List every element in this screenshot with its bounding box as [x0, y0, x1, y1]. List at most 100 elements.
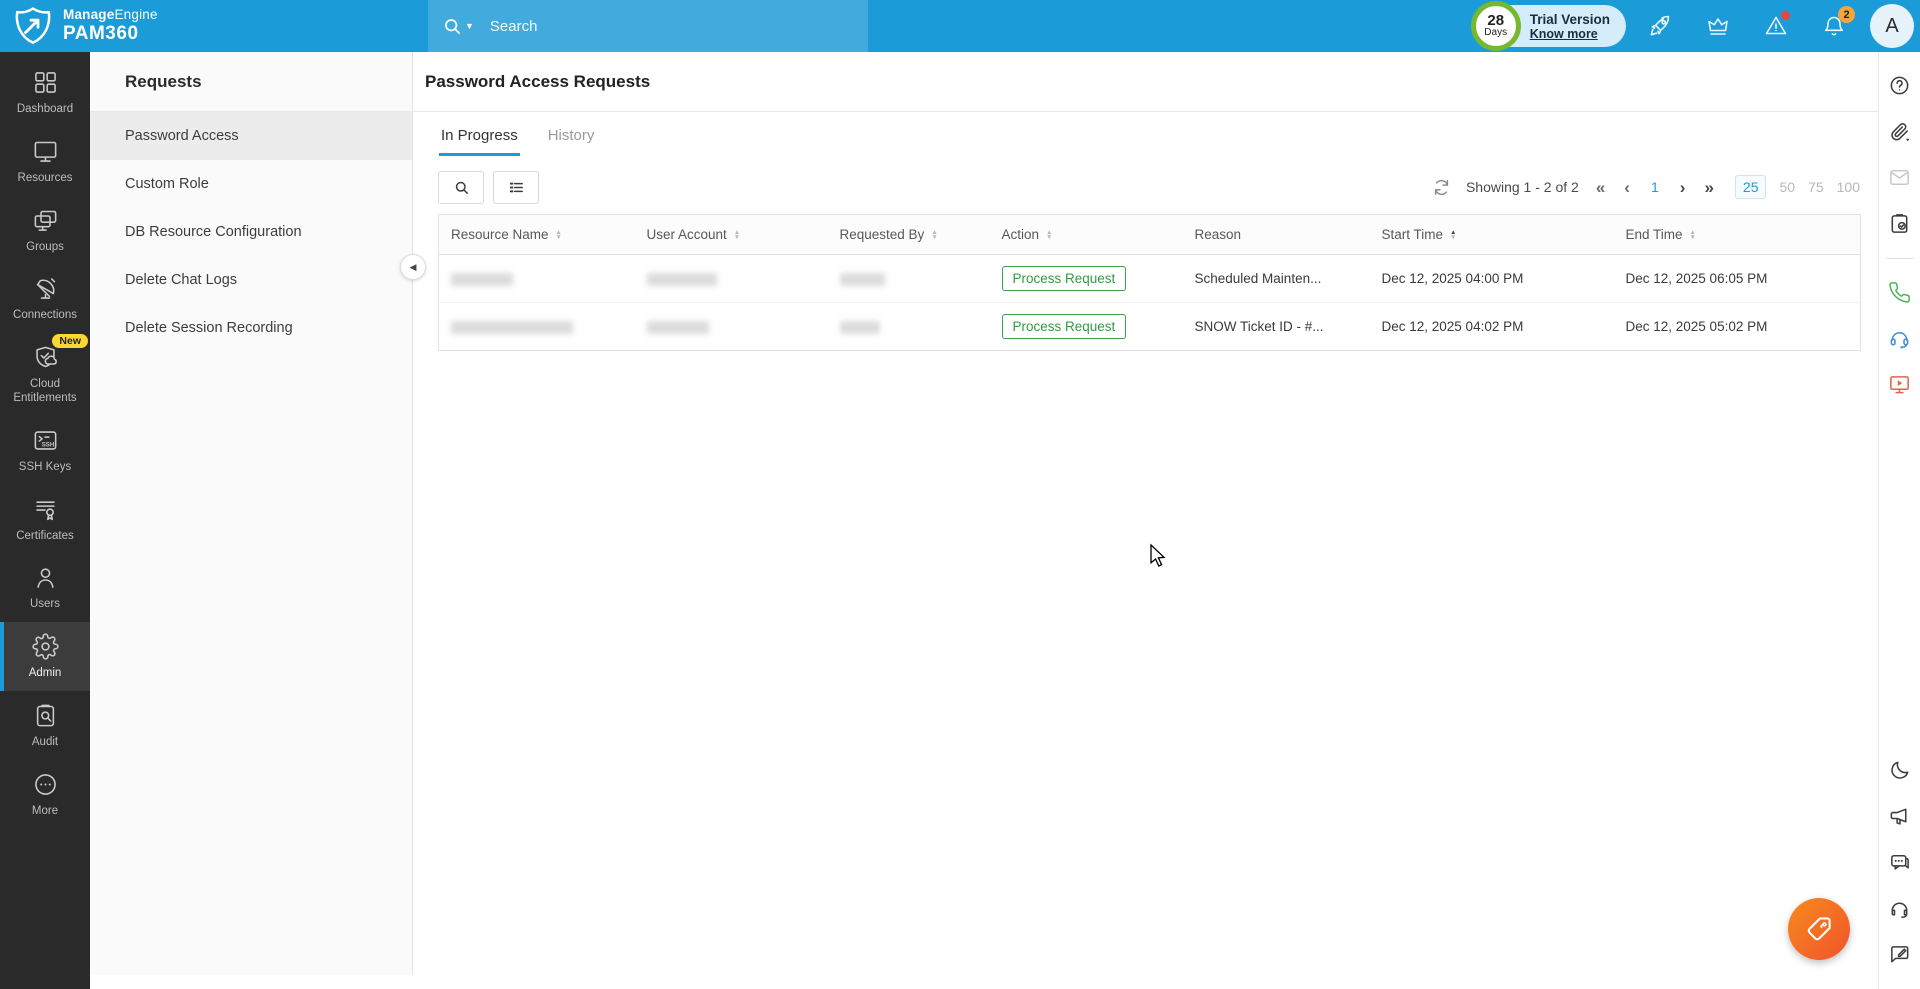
sort-arrows-icon[interactable]: ▲▼ [1046, 230, 1052, 240]
alert-triangle-button[interactable] [1764, 14, 1788, 38]
cloud-entitlements-icon [32, 344, 59, 371]
cell-reason: SNOW Ticket ID - #... [1183, 303, 1370, 351]
announcement-icon [1888, 805, 1911, 828]
session-video-button[interactable] [1888, 373, 1911, 396]
table-row: Process RequestScheduled Mainten...Dec 1… [439, 255, 1861, 303]
tasks-button[interactable] [1888, 212, 1911, 235]
cell-end-time: Dec 12, 2025 06:05 PM [1614, 255, 1861, 303]
submenu-item-db-resource-configuration[interactable]: DB Resource Configuration [90, 208, 412, 256]
search-input[interactable] [490, 18, 830, 35]
cell-start-time: Dec 12, 2025 04:00 PM [1370, 255, 1614, 303]
attachment-button[interactable] [1888, 120, 1911, 143]
column-header-action[interactable]: Action▲▼ [990, 215, 1183, 255]
sidebar-item-ssh-keys[interactable]: SSHSSH Keys [0, 416, 90, 485]
search-scope-caret-icon[interactable]: ▼ [465, 21, 474, 31]
refresh-button[interactable] [1432, 178, 1451, 197]
crown-icon [1706, 14, 1730, 38]
column-header-resource-name[interactable]: Resource Name▲▼ [439, 215, 635, 255]
column-header-end-time[interactable]: End Time▲▼ [1614, 215, 1861, 255]
mail-icon [1888, 166, 1911, 189]
feedback-button[interactable] [1888, 943, 1911, 966]
headset-button[interactable] [1888, 897, 1911, 920]
tabs: In Progress History [413, 121, 1878, 156]
divider [1887, 258, 1913, 259]
brand[interactable]: ManageEngine PAM360 [0, 6, 158, 46]
chat-button[interactable] [1888, 851, 1911, 874]
submenu-item-custom-role[interactable]: Custom Role [90, 160, 412, 208]
sidebar-item-label: Dashboard [17, 103, 73, 117]
column-chooser-button[interactable] [493, 171, 539, 204]
dashboard-icon [32, 69, 59, 96]
table-header-row: Resource Name▲▼User Account▲▼Requested B… [439, 215, 1861, 255]
avatar[interactable]: A [1870, 4, 1914, 48]
support-headset-button[interactable] [1888, 327, 1911, 350]
right-utility-rail [1878, 52, 1920, 989]
cell-requested-by [828, 255, 990, 303]
brand-name: ManageEngine [63, 7, 158, 22]
offer-fab-button[interactable] [1788, 898, 1850, 960]
table-row: Process RequestSNOW Ticket ID - #...Dec … [439, 303, 1861, 351]
collapse-panel-button[interactable]: ◀ [400, 254, 426, 280]
sidebar-item-cloud-entitlements[interactable]: NewCloud Entitlements [0, 333, 90, 416]
tab-in-progress[interactable]: In Progress [439, 121, 520, 156]
cell-user-account [635, 303, 828, 351]
announcement-button[interactable] [1888, 805, 1911, 828]
sidebar-item-audit[interactable]: Audit [0, 691, 90, 760]
search-icon [442, 16, 463, 37]
bell-button[interactable]: 2 [1822, 14, 1846, 38]
certificates-icon [32, 496, 59, 523]
column-header-requested-by[interactable]: Requested By▲▼ [828, 215, 990, 255]
know-more-link[interactable]: Know more [1530, 27, 1610, 41]
dark-mode-button[interactable] [1888, 759, 1911, 782]
redacted-value [451, 273, 513, 286]
attachment-icon [1888, 120, 1911, 143]
sidebar-item-groups[interactable]: Groups [0, 196, 90, 265]
submenu-item-delete-chat-logs[interactable]: Delete Chat Logs [90, 256, 412, 304]
global-search[interactable]: ▼ [428, 0, 868, 52]
submenu-title: Requests [90, 52, 412, 112]
sidebar-item-dashboard[interactable]: Dashboard [0, 58, 90, 127]
help-button[interactable] [1888, 74, 1911, 97]
process-request-button[interactable]: Process Request [1002, 314, 1127, 339]
pam360-logo-icon [13, 6, 53, 46]
mail-button[interactable] [1888, 166, 1911, 189]
phone-button[interactable] [1888, 281, 1911, 304]
crown-button[interactable] [1706, 14, 1730, 38]
column-header-start-time[interactable]: Start Time▲▼ [1370, 215, 1614, 255]
table-search-button[interactable] [438, 171, 484, 204]
rocket-button[interactable] [1648, 14, 1672, 38]
current-page[interactable]: 1 [1647, 179, 1663, 195]
prev-page-button[interactable]: ‹ [1622, 179, 1632, 196]
sidebar-item-resources[interactable]: Resources [0, 127, 90, 196]
sort-arrows-icon[interactable]: ▲▼ [1690, 230, 1696, 240]
sort-arrows-icon[interactable]: ▲▼ [931, 230, 937, 240]
sidebar-item-more[interactable]: More [0, 760, 90, 829]
page-title: Password Access Requests [413, 52, 1878, 112]
submenu-item-delete-session-recording[interactable]: Delete Session Recording [90, 304, 412, 352]
page-size-selector: 25 50 75 100 [1735, 175, 1860, 199]
sidebar-item-admin[interactable]: Admin [0, 622, 90, 691]
trial-badge[interactable]: 28 Days Trial Version Know more [1473, 5, 1626, 47]
process-request-button[interactable]: Process Request [1002, 266, 1127, 291]
sidebar-item-connections[interactable]: Connections [0, 264, 90, 333]
first-page-button[interactable]: « [1594, 179, 1607, 196]
session-video-icon [1888, 373, 1911, 396]
offer-tag-icon [1804, 914, 1834, 944]
column-header-user-account[interactable]: User Account▲▼ [635, 215, 828, 255]
sort-arrows-icon[interactable]: ▲▼ [1450, 230, 1456, 240]
sidebar-item-label: Audit [32, 736, 58, 750]
page-size-25[interactable]: 25 [1735, 175, 1767, 199]
sidebar-item-users[interactable]: Users [0, 553, 90, 622]
submenu-item-password-access[interactable]: Password Access [90, 112, 412, 160]
next-page-button[interactable]: › [1678, 179, 1688, 196]
sort-arrows-icon[interactable]: ▲▼ [734, 230, 740, 240]
cell-action: Process Request [990, 303, 1183, 351]
sidebar-item-certificates[interactable]: Certificates [0, 485, 90, 554]
page-size-100[interactable]: 100 [1837, 179, 1860, 195]
page-size-75[interactable]: 75 [1808, 179, 1824, 195]
tab-history[interactable]: History [546, 121, 597, 156]
primary-sidebar: Dashboard ResourcesGroupsConnectionsNewCl… [0, 52, 90, 989]
page-size-50[interactable]: 50 [1779, 179, 1795, 195]
last-page-button[interactable]: » [1702, 179, 1715, 196]
sort-arrows-icon[interactable]: ▲▼ [556, 230, 562, 240]
